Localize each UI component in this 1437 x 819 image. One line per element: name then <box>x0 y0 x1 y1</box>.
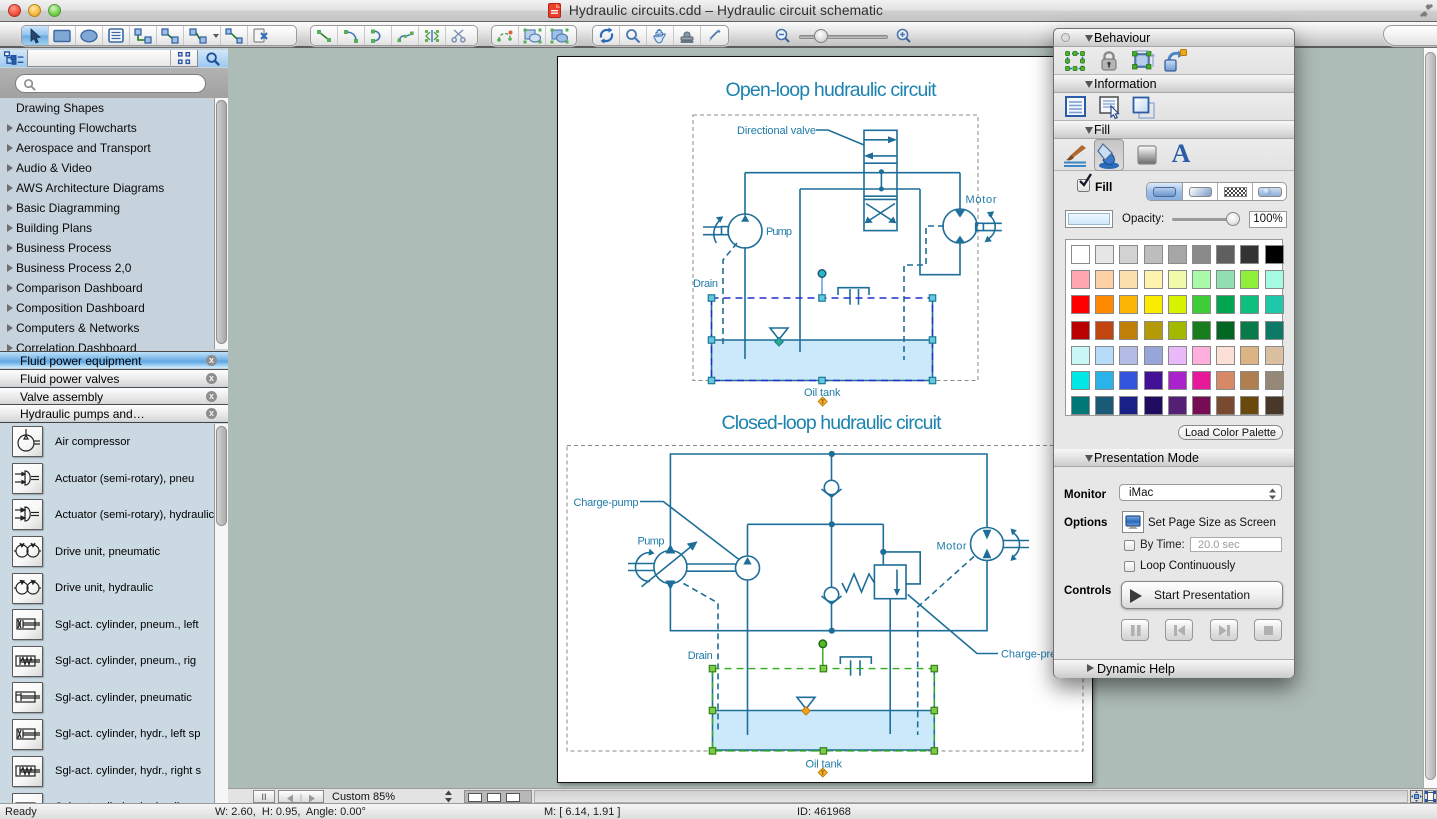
svg-text:Pump: Pump <box>638 536 665 548</box>
svg-text:Closed-loop hudraulic circuit: Closed-loop hudraulic circuit <box>722 412 943 434</box>
svg-text:Motor: Motor <box>966 194 997 206</box>
svg-text:Drain: Drain <box>693 278 718 290</box>
svg-text:Charge-pump: Charge-pump <box>574 497 639 509</box>
svg-text:Pump: Pump <box>766 226 792 238</box>
svg-text:Drain: Drain <box>688 650 713 662</box>
svg-text:Open-loop hudraulic circuit: Open-loop hudraulic circuit <box>726 79 938 101</box>
svg-text:T: T <box>821 770 825 777</box>
svg-text:Directional valve: Directional valve <box>737 125 816 137</box>
svg-text:T: T <box>821 399 825 406</box>
svg-text:Motor: Motor <box>937 541 967 553</box>
